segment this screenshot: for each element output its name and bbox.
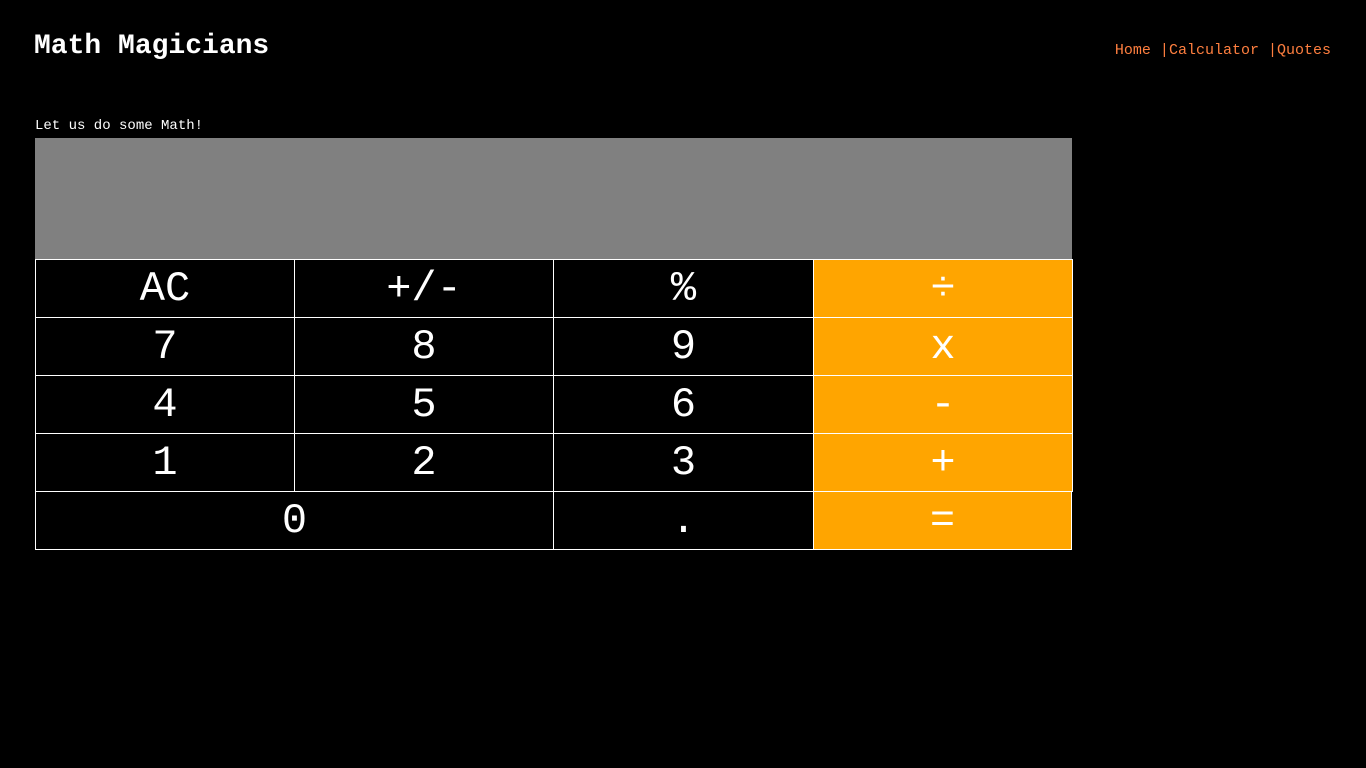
calculator-display	[35, 138, 1072, 259]
digit-8-button[interactable]: 8	[294, 317, 554, 376]
equals-button[interactable]: =	[813, 491, 1072, 550]
app-title: Math Magicians	[34, 31, 270, 62]
site-header: Math Magicians Home |Calculator |Quotes	[0, 0, 1366, 90]
digit-2-button[interactable]: 2	[294, 433, 554, 492]
calculator: AC +/- % ÷ 7 8 9 x 4 5 6 - 1 2 3 + 0 . =	[35, 138, 1073, 550]
digit-4-button[interactable]: 4	[35, 375, 295, 434]
subtract-button[interactable]: -	[813, 375, 1073, 434]
nav-separator: |	[1159, 42, 1169, 59]
main-nav: Home |Calculator |Quotes	[1115, 42, 1331, 60]
decimal-button[interactable]: .	[553, 491, 814, 550]
nav-separator: |	[1267, 42, 1277, 59]
nav-link-home[interactable]: Home	[1115, 42, 1151, 59]
nav-link-calculator[interactable]: Calculator	[1169, 42, 1259, 59]
add-button[interactable]: +	[813, 433, 1073, 492]
divide-button[interactable]: ÷	[813, 259, 1073, 318]
percent-button[interactable]: %	[553, 259, 814, 318]
digit-5-button[interactable]: 5	[294, 375, 554, 434]
digit-6-button[interactable]: 6	[553, 375, 814, 434]
digit-7-button[interactable]: 7	[35, 317, 295, 376]
nav-link-quotes[interactable]: Quotes	[1277, 42, 1331, 59]
digit-9-button[interactable]: 9	[553, 317, 814, 376]
toggle-sign-button[interactable]: +/-	[294, 259, 554, 318]
calculator-keypad: AC +/- % ÷ 7 8 9 x 4 5 6 - 1 2 3 + 0 . =	[35, 259, 1073, 550]
digit-3-button[interactable]: 3	[553, 433, 814, 492]
page-subtitle: Let us do some Math!	[35, 118, 204, 134]
digit-0-button[interactable]: 0	[35, 491, 554, 550]
multiply-button[interactable]: x	[813, 317, 1073, 376]
clear-button[interactable]: AC	[35, 259, 295, 318]
digit-1-button[interactable]: 1	[35, 433, 295, 492]
